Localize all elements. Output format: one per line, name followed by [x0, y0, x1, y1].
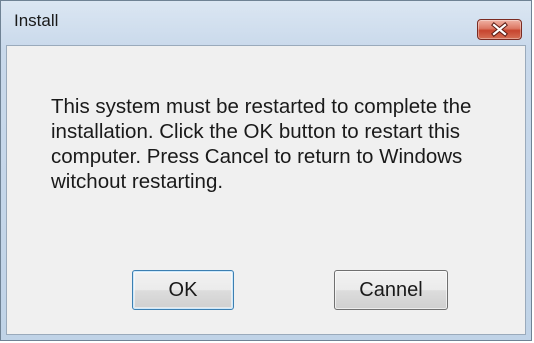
dialog-message: This system must be restarted to complet…: [51, 95, 472, 193]
window-title: Install: [14, 11, 59, 30]
cancel-button[interactable]: Cannel: [334, 270, 448, 310]
cancel-button-label: Cannel: [359, 279, 423, 301]
install-dialog-window: Install This system must be restarted to…: [0, 0, 532, 341]
ok-button-label: OK: [168, 279, 198, 301]
ok-button[interactable]: OK: [132, 270, 234, 310]
dialog-body: This system must be restarted to complet…: [6, 45, 526, 335]
close-button[interactable]: [477, 19, 522, 40]
title-bar[interactable]: Install: [1, 1, 531, 41]
close-icon: [491, 22, 508, 37]
